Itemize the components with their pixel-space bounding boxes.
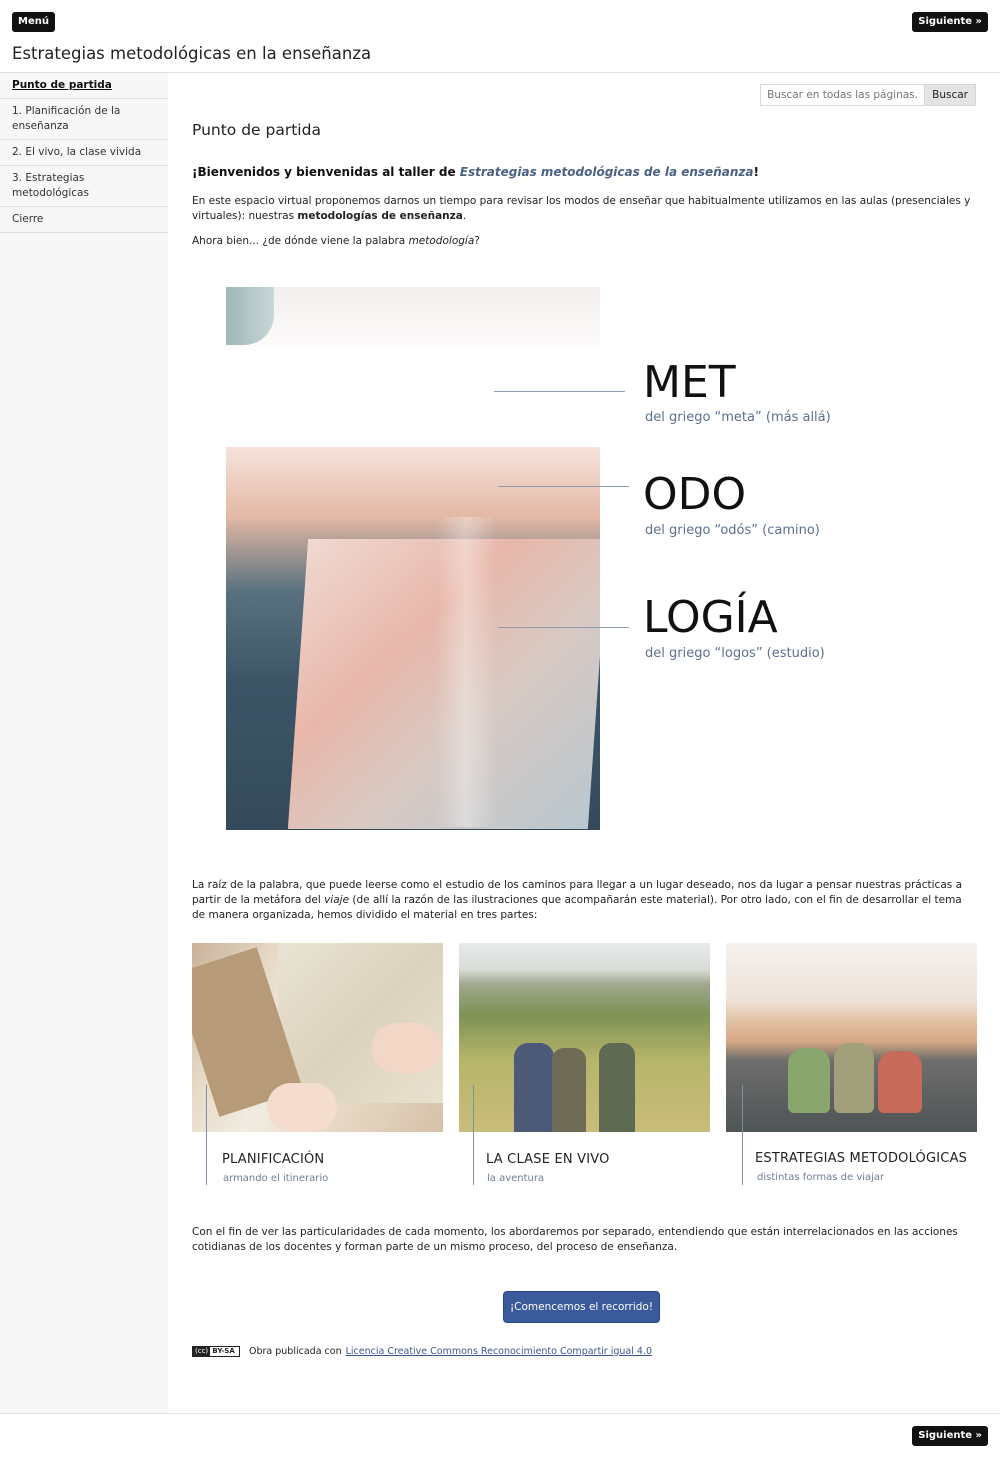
cc-license-badge: (cc) BY-SA [192,1346,240,1357]
logia-connector-line [498,627,629,628]
intro-text-b: . [462,210,467,222]
sidebar-item-planificacion[interactable]: 1. Planificación de la enseñanza [0,99,168,140]
license-link[interactable]: Licencia Creative Commons Reconocimiento… [346,1346,652,1357]
question-text-a: Ahora bien... ¿de dónde viene la palabra [192,235,409,247]
backpack-red [878,1051,922,1113]
truck-bed-image [726,943,977,1132]
planning-hand [372,1023,442,1073]
sidebar-item-punto-de-partida[interactable]: Punto de partida [0,73,168,99]
gallery-title-planificacion: PLANIFICACIÓN [222,1152,325,1167]
gallery-sub-clase-en-vivo: la aventura [487,1173,545,1184]
backpack-olive [834,1043,874,1113]
closing-paragraph: Con el fin de ver las particularidades d… [192,1226,958,1253]
gallery-sub-estrategias: distintas formas de viajar [757,1172,885,1183]
hero-map-fold [436,517,496,827]
search-input[interactable] [760,84,925,106]
welcome-highlight: Estrategias metodológicas de la enseñanz… [459,165,754,179]
hiker-three [599,1043,635,1132]
word-odo: ODO [643,469,747,520]
menu-button[interactable]: Menú [12,12,55,32]
planning-hand-two [267,1083,337,1131]
clase-en-vivo-line [473,1085,474,1185]
sidebar-nav: Punto de partida 1. Planificación de la … [0,73,168,1413]
start-journey-button[interactable]: ¡Comencemos el recorrido! [503,1291,660,1323]
search-form: Buscar [760,84,976,106]
page-title: Punto de partida [192,121,321,139]
next-button-bottom[interactable]: Siguiente » [912,1426,988,1446]
sidebar-item-cierre[interactable]: Cierre [0,207,168,233]
planning-map-image [192,943,443,1132]
word-met-sub: del griego “meta” (más allá) [645,410,831,425]
gallery-title-estrategias: ESTRATEGIAS METODOLÓGICAS [755,1151,968,1166]
sidebar-item-el-vivo[interactable]: 2. El vivo, la clase vivida [0,140,168,166]
planificacion-line [206,1085,207,1185]
question-paragraph: Ahora bien... ¿de dónde viene la palabra… [192,234,976,249]
welcome-prefix: ¡Bienvenidos y bienvenidas al taller de [192,165,460,179]
met-connector-line [494,391,625,392]
welcome-heading: ¡Bienvenidos y bienvenidas al taller de … [192,165,759,179]
word-odo-sub: del griego “odós” (camino) [645,523,820,538]
gallery-title-clase-en-vivo: LA CLASE EN VIVO [486,1152,610,1167]
top-bar: Menú Siguiente » Estrategias metodológic… [0,0,1000,73]
next-button-top[interactable]: Siguiente » [912,12,988,32]
word-logia: LOGÍA [643,592,778,643]
intro-bold: metodologías de enseñanza [297,210,463,222]
hikers-image [459,943,710,1132]
search-button[interactable]: Buscar [924,84,976,106]
cc-badge-text: BY-SA [212,1347,235,1355]
gallery-sub-planificacion: armando el itinerario [223,1173,329,1184]
hero-photo [226,447,600,830]
question-text-b: ? [474,235,480,247]
license-notice: (cc) BY-SA Obra publicada con Licencia C… [192,1346,652,1357]
estrategias-line [742,1085,743,1185]
hero-windshield [226,287,600,347]
odo-connector-line [498,486,629,487]
question-em: metodología [408,235,475,247]
welcome-suffix: ! [753,165,759,179]
sidebar-item-estrategias[interactable]: 3. Estrategias metodológicas [0,166,168,207]
hero-map-image [226,287,600,830]
word-met: MET [643,357,736,408]
footer-bar: Siguiente » [0,1413,1000,1458]
cc-icon: (cc) [193,1347,211,1356]
root-paragraph: La raíz de la palabra, que puede leerse … [192,878,976,923]
site-title: Estrategias metodológicas en la enseñanz… [12,44,372,63]
backpack-green [788,1048,830,1113]
intro-paragraph: En este espacio virtual proponemos darno… [192,194,976,224]
word-logia-sub: del griego “logos” (estudio) [645,646,825,661]
main-content: Buscar Punto de partida ¡Bienvenidos y b… [168,73,1000,1413]
root-em: viaje [324,894,350,906]
hiker-one [514,1043,554,1132]
hiker-two [552,1048,586,1132]
license-text: Obra publicada con [249,1346,342,1357]
